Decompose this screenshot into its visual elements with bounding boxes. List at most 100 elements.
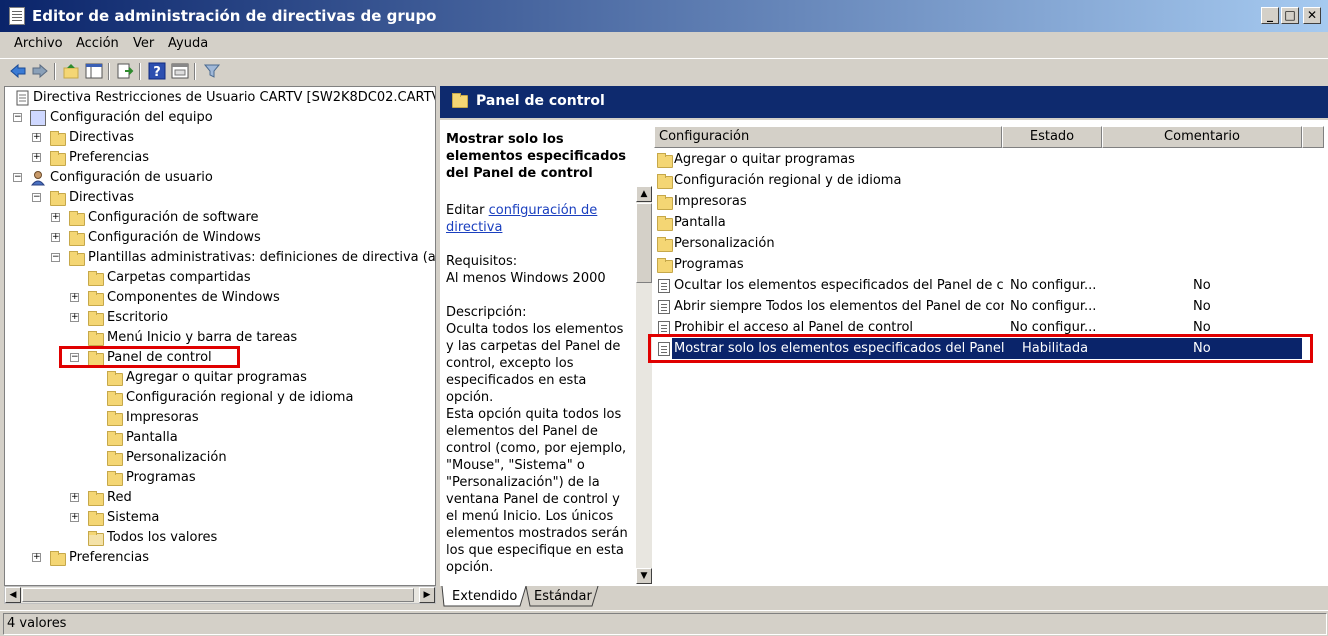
folder-icon xyxy=(657,216,673,231)
collapse-icon[interactable]: − xyxy=(13,113,22,122)
tree-item[interactable]: − Plantillas administrativas: definicione… xyxy=(5,248,435,268)
tab-estandar[interactable]: Estándar xyxy=(526,586,600,608)
edit-link-part2[interactable]: directiva xyxy=(446,220,502,235)
tree-item-label: Configuración del equipo xyxy=(50,110,213,125)
policy-setting-icon xyxy=(658,279,670,293)
edit-link-part1[interactable]: configuración de xyxy=(489,203,598,218)
setting-state: No configur... xyxy=(1010,299,1097,314)
tree-item[interactable]: Carpetas compartidas xyxy=(5,268,435,288)
list-folder-row[interactable]: Pantalla xyxy=(652,212,1328,233)
filter-icon[interactable] xyxy=(203,62,221,80)
expand-icon[interactable]: + xyxy=(70,493,79,502)
expand-icon[interactable]: + xyxy=(70,293,79,302)
scroll-down-button[interactable]: ▼ xyxy=(636,568,652,584)
list-folder-row[interactable]: Impresoras xyxy=(652,191,1328,212)
up-folder-icon[interactable] xyxy=(62,62,80,80)
menu-ayuda[interactable]: Ayuda xyxy=(168,36,208,51)
expand-icon[interactable]: + xyxy=(32,133,41,142)
list-folder-label: Configuración regional y de idioma xyxy=(674,173,902,188)
tree-item[interactable]: Programas xyxy=(5,468,435,488)
list-folder-row[interactable]: Personalización xyxy=(652,233,1328,254)
tree-item[interactable]: Todos los valores xyxy=(5,528,435,548)
tree-item[interactable]: Personalización xyxy=(5,448,435,468)
tree-item[interactable]: + Preferencias xyxy=(5,148,435,168)
back-arrow-icon[interactable] xyxy=(9,62,27,80)
scroll-left-button[interactable]: ◀ xyxy=(5,587,21,603)
scroll-thumb[interactable] xyxy=(22,588,414,602)
edit-policy-line: Editar configuración de directiva xyxy=(446,202,634,236)
tree-item[interactable]: + Sistema xyxy=(5,508,435,528)
list-folder-row[interactable]: Programas xyxy=(652,254,1328,275)
tree-item[interactable]: Pantalla xyxy=(5,428,435,448)
menu-archivo[interactable]: Archivo xyxy=(14,36,63,51)
folder-icon xyxy=(50,131,66,146)
forward-arrow-icon[interactable] xyxy=(31,62,49,80)
tree-item[interactable]: + Preferencias xyxy=(5,548,435,568)
tree-item-label: Pantalla xyxy=(126,430,178,445)
expand-icon[interactable]: + xyxy=(70,313,79,322)
list-setting-row[interactable]: Ocultar los elementos especificados del … xyxy=(652,275,1328,296)
tree-item-label: Sistema xyxy=(107,510,160,525)
tab-extendido[interactable]: Extendido xyxy=(444,586,525,608)
tree-item[interactable]: + Escritorio xyxy=(5,308,435,328)
tree-item[interactable]: Agregar o quitar programas xyxy=(5,368,435,388)
collapse-icon[interactable]: − xyxy=(13,173,22,182)
menu-ver[interactable]: Ver xyxy=(133,36,154,51)
tree-item[interactable]: Directiva Restricciones de Usuario CARTV… xyxy=(5,88,435,108)
folder-icon xyxy=(107,371,123,386)
tree-item[interactable]: Menú Inicio y barra de tareas xyxy=(5,328,435,348)
list-folder-row[interactable]: Agregar o quitar programas xyxy=(652,149,1328,170)
tree-horizontal-scrollbar[interactable]: ◀ ▶ xyxy=(4,586,436,604)
scroll-right-button[interactable]: ▶ xyxy=(419,587,435,603)
tree-item-label: Directivas xyxy=(69,130,134,145)
column-header-configuracion[interactable]: Configuración xyxy=(654,126,1002,148)
tree-pane[interactable]: Directiva Restricciones de Usuario CARTV… xyxy=(4,86,436,586)
folder-icon xyxy=(657,258,673,273)
close-button[interactable]: ✕ xyxy=(1303,7,1321,24)
list-folder-label: Programas xyxy=(674,257,744,272)
description-vertical-scrollbar[interactable]: ▲ ▼ xyxy=(636,186,652,584)
collapse-icon[interactable]: − xyxy=(32,193,41,202)
tree-item[interactable]: + Configuración de Windows xyxy=(5,228,435,248)
tree-item[interactable]: Impresoras xyxy=(5,408,435,428)
tree-item[interactable]: − Configuración de usuario xyxy=(5,168,435,188)
tree-item[interactable]: Configuración regional y de idioma xyxy=(5,388,435,408)
folder-icon xyxy=(88,311,104,326)
folder-icon xyxy=(69,251,85,266)
properties-icon[interactable] xyxy=(171,62,189,80)
scroll-thumb[interactable] xyxy=(636,203,652,283)
minimize-button[interactable]: _ xyxy=(1261,7,1279,24)
export-list-icon[interactable] xyxy=(116,62,134,80)
column-header-estado[interactable]: Estado xyxy=(1002,126,1102,148)
tree-item[interactable]: + Red xyxy=(5,488,435,508)
tree-item-label: Plantillas administrativas: definiciones… xyxy=(88,250,436,265)
show-hide-tree-icon[interactable] xyxy=(85,62,103,80)
tree-item[interactable]: + Configuración de software xyxy=(5,208,435,228)
list-folder-label: Impresoras xyxy=(674,194,747,209)
tree-item[interactable]: − Directivas xyxy=(5,188,435,208)
expand-icon[interactable]: + xyxy=(32,153,41,162)
list-folder-label: Pantalla xyxy=(674,215,726,230)
description-label: Descripción: xyxy=(446,305,527,320)
description-text-2: Esta opción quita todos los elementos de… xyxy=(446,407,628,575)
help-icon[interactable]: ? xyxy=(148,62,166,80)
list-folder-row[interactable]: Configuración regional y de idioma xyxy=(652,170,1328,191)
expand-icon[interactable]: + xyxy=(70,513,79,522)
user-icon xyxy=(30,171,46,186)
folder-icon xyxy=(50,151,66,166)
tree-item[interactable]: − Configuración del equipo xyxy=(5,108,435,128)
folder-icon xyxy=(107,411,123,426)
view-tabs: Extendido Estándar xyxy=(440,586,1328,610)
scroll-up-button[interactable]: ▲ xyxy=(636,186,652,202)
expand-icon[interactable]: + xyxy=(51,233,60,242)
expand-icon[interactable]: + xyxy=(32,553,41,562)
collapse-icon[interactable]: − xyxy=(51,253,60,262)
column-header-comentario[interactable]: Comentario xyxy=(1102,126,1302,148)
expand-icon[interactable]: + xyxy=(51,213,60,222)
tree-item[interactable]: + Componentes de Windows xyxy=(5,288,435,308)
tree-item[interactable]: + Directivas xyxy=(5,128,435,148)
folder-icon xyxy=(657,174,673,189)
menu-accion[interactable]: Acción xyxy=(76,36,119,51)
maximize-button[interactable]: □ xyxy=(1281,7,1299,24)
list-setting-row[interactable]: Abrir siempre Todos los elementos del Pa… xyxy=(652,296,1328,317)
